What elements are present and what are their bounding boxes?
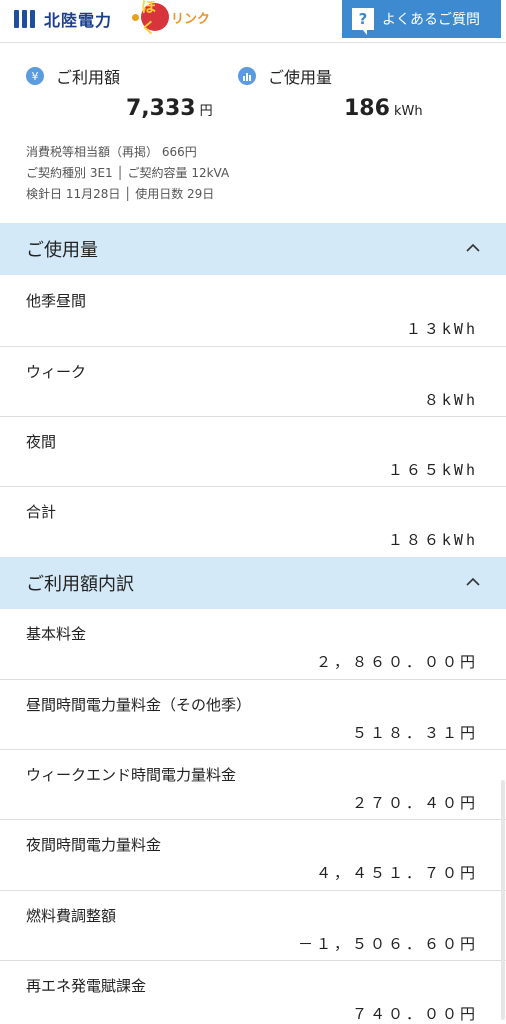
charge-section-title: ご利用額内訳 — [26, 574, 134, 595]
meter-line: 検針日 11月28日 │ 使用日数 29日 — [26, 187, 215, 201]
hoku-circle-logo: ほく — [141, 0, 169, 37]
charge-heading: ¥ ご利用額 — [26, 64, 120, 88]
scrollbar[interactable] — [501, 780, 505, 1020]
charge-row: 燃料費調整額 －１，５０６．６０円 — [0, 891, 506, 961]
usage-amount: 186 kWh — [344, 96, 423, 121]
usage-row-value: １６５kWh — [387, 461, 478, 479]
usage-heading: ご使用量 — [238, 64, 332, 88]
charge-row-value: ２７０．４０円 — [351, 794, 478, 812]
charge-row: ウィークエンド時間電力量料金 ２７０．４０円 — [0, 750, 506, 820]
app-header: 北陸電力 ほく リンク ? よくあるご質問 — [0, 0, 506, 43]
charge-row-value: ５１８．３１円 — [351, 724, 478, 742]
usage-unit: kWh — [393, 104, 423, 119]
usage-row-value: ８kWh — [423, 391, 478, 409]
charge-row-value: ４，４５１．７０円 — [315, 864, 478, 882]
hoku-link-logo[interactable]: ほく リンク — [132, 0, 211, 37]
usage-row-label: 他季昼間 — [26, 292, 87, 310]
usage-row: 合計 １８６kWh — [0, 487, 506, 557]
chevron-up-icon[interactable] — [466, 241, 480, 255]
charge-amount: 7,333 円 — [126, 96, 213, 121]
hoku-link-text: リンク — [171, 11, 211, 27]
contract-line: ご契約種別 3E1 │ ご契約容量 12kVA — [26, 166, 230, 180]
usage-row-value: １３kWh — [405, 320, 478, 338]
tax-line: 消費税等相当額（再掲） 666円 — [26, 145, 197, 159]
faq-button[interactable]: ? よくあるご質問 — [342, 0, 501, 38]
usage-label: ご使用量 — [268, 68, 333, 87]
charge-row-value: ７４０．００円 — [351, 1005, 478, 1023]
charge-row: 夜間時間電力量料金 ４，４５１．７０円 — [0, 820, 506, 891]
bar-chart-icon — [238, 67, 256, 85]
yen-icon: ¥ — [26, 67, 44, 85]
charge-section-header[interactable]: ご利用額内訳 — [0, 557, 506, 609]
charge-row-label: ウィークエンド時間電力量料金 — [26, 766, 237, 784]
usage-section-header[interactable]: ご使用量 — [0, 223, 506, 275]
charge-row-label: 夜間時間電力量料金 — [26, 836, 162, 854]
usage-row-label: 夜間 — [26, 433, 57, 451]
usage-row-value: １８６kWh — [387, 531, 478, 549]
charge-row: 再エネ発電賦課金 ７４０．００円 — [0, 961, 506, 1024]
faq-label: よくあるご質問 — [382, 12, 480, 28]
brand-name: 北陸電力 — [44, 11, 113, 30]
charge-unit: 円 — [199, 104, 213, 119]
logo-mark-icon — [12, 7, 40, 31]
charge-row-label: 昼間時間電力量料金（その他季） — [26, 696, 252, 714]
usage-row: ウィーク ８kWh — [0, 347, 506, 417]
usage-row: 他季昼間 １３kWh — [0, 276, 506, 347]
charge-row-value: －１，５０６．６０円 — [297, 935, 478, 953]
charge-value: 7,333 — [126, 96, 196, 121]
charge-row: 基本料金 ２，８６０．００円 — [0, 609, 506, 680]
usage-value: 186 — [344, 96, 390, 121]
hokuriku-logo[interactable]: 北陸電力 — [12, 6, 112, 32]
usage-row: 夜間 １６５kWh — [0, 417, 506, 487]
charge-row-label: 基本料金 — [26, 625, 87, 643]
charge-row-label: 再エネ発電賦課金 — [26, 977, 147, 995]
usage-section-title: ご使用量 — [26, 240, 98, 261]
charge-row: 昼間時間電力量料金（その他季） ５１８．３１円 — [0, 680, 506, 750]
dot-icon — [132, 13, 139, 21]
charge-row-value: ２，８６０．００円 — [315, 653, 478, 671]
question-icon: ? — [352, 8, 374, 35]
usage-row-label: 合計 — [26, 503, 57, 521]
chevron-up-icon[interactable] — [466, 575, 480, 589]
charge-row-label: 燃料費調整額 — [26, 907, 117, 925]
charge-label: ご利用額 — [56, 68, 121, 87]
usage-row-label: ウィーク — [26, 363, 87, 381]
